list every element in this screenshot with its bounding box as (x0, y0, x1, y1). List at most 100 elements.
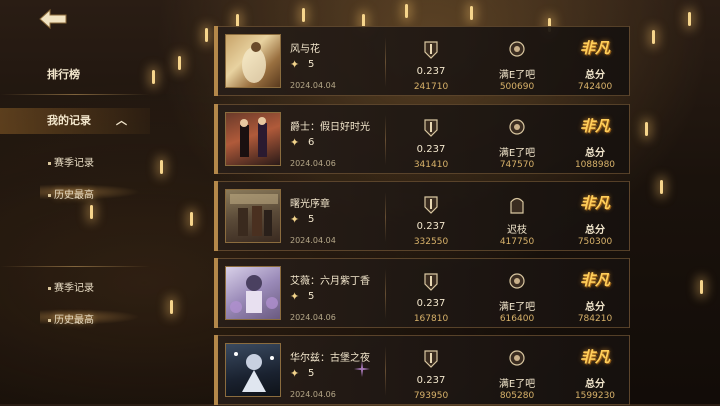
record-row[interactable]: 风与花 ✦ 5 2024.04.04 0.237 241710 满E了吧 500… (214, 26, 630, 96)
nav-divider (0, 94, 150, 95)
total-column: 非凡 总分 1599230 (565, 336, 625, 406)
total-column: 非凡 总分 742400 (565, 27, 625, 97)
player-name: 满E了吧 (498, 302, 536, 313)
rose-crest-icon (509, 273, 525, 289)
total-column: 非凡 总分 784210 (565, 259, 625, 329)
total-score: 742400 (577, 82, 613, 92)
sparkle-star-icon: ✦ (290, 213, 300, 226)
total-label: 总分 (585, 70, 605, 81)
sparkle-star-icon: ✦ (290, 136, 300, 149)
total-score: 1088980 (574, 160, 616, 170)
accuracy-column: 0.237 167810 (401, 259, 461, 329)
total-column: 非凡 总分 750300 (565, 182, 625, 252)
nav-history-best-label: 历史最高 (54, 315, 94, 326)
score-part-1: 332550 (413, 237, 449, 247)
score-part-2: 500690 (499, 82, 535, 92)
score-part-2: 747570 (499, 160, 535, 170)
record-row[interactable]: 华尔兹：古堡之夜 ✦ 5 2024.04.06 0.237 793950 满E了… (214, 335, 630, 405)
total-label: 总分 (585, 225, 605, 236)
record-row[interactable]: 曙光序章 ✦ 5 2024.04.04 0.237 332550 迟枝 4177… (214, 181, 630, 251)
column-divider (385, 37, 386, 87)
nav-my-records-label: 我的记录 (47, 114, 91, 127)
player-column: 迟枝 417750 (487, 182, 547, 252)
bullet-icon (48, 193, 51, 197)
nav-my-records[interactable]: 我的记录 ︿ (0, 108, 150, 134)
player-name: 满E了吧 (498, 379, 536, 390)
score-part-1: 167810 (413, 314, 449, 324)
song-title: 爵士：假日好时光 (290, 122, 370, 133)
player-column: 满E了吧 616400 (487, 259, 547, 329)
back-arrow-icon (39, 8, 67, 30)
song-title: 艾薇：六月紫丁香 (290, 276, 370, 287)
score-part-1: 341410 (413, 160, 449, 170)
grade-label: 非凡 (579, 39, 610, 57)
record-date: 2024.04.04 (290, 81, 336, 90)
score-part-1: 241710 (413, 82, 449, 92)
song-cover-art (225, 189, 281, 243)
accuracy-column: 0.237 332550 (401, 182, 461, 252)
song-cover-art (225, 266, 281, 320)
side-navigation: 排行榜 我的记录 ︿ 赛季记录 历史最高 赛季记录 历史最高 (0, 48, 150, 404)
difficulty-level: 5 (308, 59, 315, 70)
rose-crest-icon (509, 41, 525, 57)
column-divider (385, 192, 386, 242)
score-part-2: 616400 (499, 314, 535, 324)
bullet-icon (48, 318, 51, 322)
grade-label: 非凡 (579, 348, 610, 366)
record-date: 2024.04.04 (290, 236, 336, 245)
sparkle-star-icon: ✦ (290, 367, 300, 380)
player-column: 满E了吧 805280 (487, 336, 547, 406)
total-score: 750300 (577, 237, 613, 247)
total-column: 非凡 总分 1088980 (565, 105, 625, 175)
nav-divider (0, 266, 150, 267)
column-divider (385, 346, 386, 396)
difficulty-level: 5 (308, 214, 315, 225)
record-date: 2024.04.06 (290, 159, 336, 168)
nav-ranking[interactable]: 排行榜 (0, 66, 150, 84)
song-cover-art (225, 34, 281, 88)
grade-label: 非凡 (579, 271, 610, 289)
song-title: 风与花 (290, 44, 320, 55)
player-name: 满E了吧 (498, 148, 536, 159)
back-button[interactable] (36, 6, 70, 32)
rose-crest-icon (509, 350, 525, 366)
total-score: 784210 (577, 314, 613, 324)
gate-crest-icon (510, 197, 524, 214)
song-cover-art (225, 343, 281, 397)
nav-history-best-label: 历史最高 (54, 190, 94, 201)
accuracy-value: 0.237 (416, 221, 446, 232)
difficulty-level: 6 (308, 137, 315, 148)
accuracy-value: 0.237 (416, 375, 446, 386)
nav-history-best-2[interactable]: 历史最高 (48, 311, 94, 326)
sparkle-star-icon: ✦ (290, 290, 300, 303)
score-part-2: 417750 (499, 237, 535, 247)
nav-history-best-1[interactable]: 历史最高 (48, 186, 94, 201)
song-title: 曙光序章 (290, 199, 330, 210)
nav-season-records-label: 赛季记录 (54, 283, 94, 294)
violin-crest-icon (424, 41, 438, 59)
difficulty-level: 5 (308, 368, 315, 379)
player-column: 满E了吧 500690 (487, 27, 547, 97)
violin-crest-icon (424, 119, 438, 137)
nav-season-records-1[interactable]: 赛季记录 (48, 154, 94, 169)
accuracy-value: 0.237 (416, 298, 446, 309)
grade-label: 非凡 (579, 194, 610, 212)
nav-season-records-label: 赛季记录 (54, 158, 94, 169)
nav-season-records-2[interactable]: 赛季记录 (48, 279, 94, 294)
sparkle-star-icon: ✦ (290, 58, 300, 71)
player-column: 满E了吧 747570 (487, 105, 547, 175)
record-row[interactable]: 艾薇：六月紫丁香 ✦ 5 2024.04.06 0.237 167810 满E了… (214, 258, 630, 328)
grade-label: 非凡 (579, 117, 610, 135)
column-divider (385, 115, 386, 165)
accuracy-column: 0.237 793950 (401, 336, 461, 406)
chevron-up-icon: ︿ (116, 114, 127, 127)
song-cover-art (225, 112, 281, 166)
total-label: 总分 (585, 148, 605, 159)
total-label: 总分 (585, 379, 605, 390)
player-name: 迟枝 (507, 225, 527, 236)
score-part-1: 793950 (413, 391, 449, 401)
accuracy-column: 0.237 241710 (401, 27, 461, 97)
record-row[interactable]: 爵士：假日好时光 ✦ 6 2024.04.06 0.237 341410 满E了… (214, 104, 630, 174)
total-label: 总分 (585, 302, 605, 313)
violin-crest-icon (424, 273, 438, 291)
